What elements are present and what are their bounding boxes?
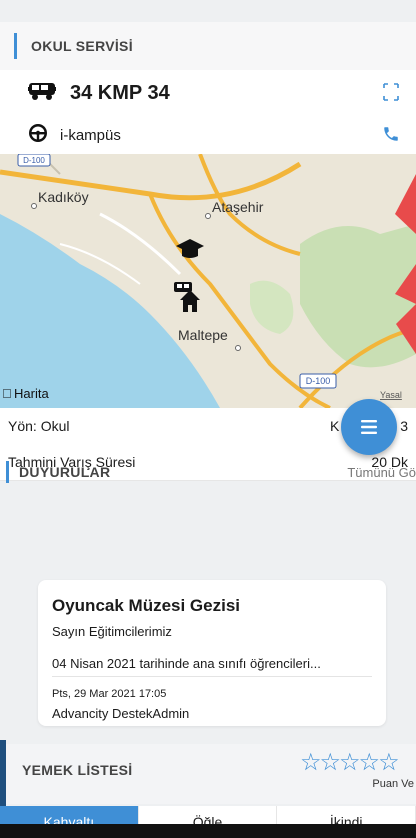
rating-stars[interactable]: ☆☆☆☆☆: [300, 748, 400, 777]
card-divider: [52, 676, 372, 677]
direction-label: Yön: Okul: [8, 418, 70, 434]
announcement-card[interactable]: Oyuncak Müzesi Gezisi Sayın Eğitimcileri…: [38, 580, 386, 726]
svg-text:: : [2, 386, 12, 401]
section-accent-bar: [14, 33, 17, 59]
announcement-author: Advancity DestekAdmin: [52, 706, 190, 721]
announcement-greeting: Sayın Eğitimcilerimiz: [52, 624, 172, 639]
map-attribution: Harita: [14, 386, 49, 401]
phone-icon[interactable]: [382, 125, 400, 148]
school-service-header: OKUL SERVİSİ: [0, 22, 416, 70]
route-map[interactable]: D-100 D-100 Kadıköy Ataşehir Maltepe  H…: [0, 154, 416, 408]
rate-label[interactable]: Puan Ve: [372, 778, 414, 790]
driver-row: i-kampüs: [0, 116, 416, 154]
expand-icon[interactable]: [382, 82, 400, 107]
road-shield-d100-top: D-100: [23, 156, 45, 165]
steering-wheel-icon: [28, 123, 48, 148]
bottom-bar: [0, 824, 416, 838]
vehicle-plate: 34 KMP 34: [70, 81, 170, 104]
meal-list-title: YEMEK LİSTESİ: [22, 762, 133, 778]
driver-name: i-kampüs: [60, 126, 121, 144]
direction-value-partial: K: [330, 418, 340, 434]
announcement-body: 04 Nisan 2021 tarihinde ana sınıfı öğren…: [52, 656, 321, 671]
road-shield-d100-bottom: D-100: [306, 376, 331, 386]
map-label-atasehir: Ataşehir: [212, 199, 264, 215]
map-label-maltepe: Maltepe: [178, 327, 228, 343]
map-legal-link[interactable]: Yasal: [380, 390, 402, 400]
menu-icon: [361, 420, 377, 434]
meal-list-header: YEMEK LİSTESİ ☆☆☆☆☆ Puan Ve: [0, 744, 416, 804]
menu-fab-button[interactable]: [341, 399, 397, 455]
bus-marker-icon: [174, 282, 192, 292]
map-label-kadikoy: Kadıköy: [38, 189, 89, 205]
section-accent-bar: [6, 461, 9, 483]
announcement-date: Pts, 29 Mar 2021 17:05: [52, 688, 167, 700]
announcement-title: Oyuncak Müzesi Gezisi: [52, 596, 241, 615]
see-all-link[interactable]: Tümünü Gö: [347, 465, 416, 480]
announcements-header: DUYURULAR Tümünü Gö: [0, 456, 416, 488]
vehicle-row: 34 KMP 34: [0, 70, 416, 116]
announcements-title: DUYURULAR: [19, 464, 111, 480]
bus-icon: [28, 81, 56, 106]
section-title: OKUL SERVİSİ: [31, 38, 133, 54]
